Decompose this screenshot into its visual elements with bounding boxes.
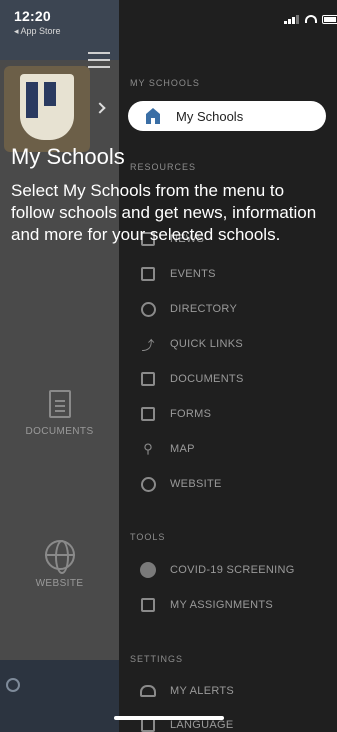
tile-label: WEBSITE xyxy=(35,578,84,589)
menu-item-forms[interactable]: FORMS xyxy=(140,403,211,425)
home-indicator[interactable] xyxy=(114,716,224,720)
menu-item-label: QUICK LINKS xyxy=(170,338,243,350)
menu-item-label: EVENTS xyxy=(170,268,216,280)
school-icon xyxy=(144,108,162,124)
globe-icon xyxy=(44,540,75,574)
menu-item-label: MY ALERTS xyxy=(170,685,235,697)
menu-item-label: FORMS xyxy=(170,408,212,420)
back-to-app-store[interactable]: ◂ App Store xyxy=(14,26,61,37)
menu-item-website[interactable]: WEBSITE xyxy=(140,473,222,495)
signal-icon xyxy=(284,14,300,24)
tutorial-description: Select My Schools from the menu to follo… xyxy=(11,181,317,244)
tutorial-title: My Schools xyxy=(11,144,125,169)
document-icon xyxy=(140,371,156,387)
menu-item-label: WEBSITE xyxy=(170,478,222,490)
status-icons xyxy=(284,14,337,24)
menu-item-label: DIRECTORY xyxy=(170,303,238,315)
wifi-icon xyxy=(305,15,317,23)
form-icon xyxy=(140,406,156,422)
document-icon xyxy=(48,390,71,418)
menu-item-my-assignments[interactable]: MY ASSIGNMENTS xyxy=(140,594,273,616)
menu-item-label: MY ASSIGNMENTS xyxy=(170,599,274,611)
section-header-my-schools: MY SCHOOLS xyxy=(130,78,200,88)
bottom-bar xyxy=(0,660,119,732)
school-logo xyxy=(4,66,90,152)
calendar-icon xyxy=(140,266,156,282)
background-app-screen: DOCUMENTS WEBSITE xyxy=(0,0,119,732)
menu-item-quick-links[interactable]: ⤴ QUICK LINKS xyxy=(140,333,243,355)
menu-item-label: My Schools xyxy=(176,108,244,124)
menu-item-events[interactable]: EVENTS xyxy=(140,263,216,285)
screening-icon xyxy=(140,562,156,578)
menu-item-label: COVID-19 SCREENING xyxy=(170,564,295,576)
link-icon: ⤴ xyxy=(141,337,155,353)
directory-icon xyxy=(140,301,156,317)
menu-item-documents[interactable]: DOCUMENTS xyxy=(140,368,244,390)
tile-website[interactable]: WEBSITE xyxy=(0,540,119,589)
section-header-settings: SETTINGS xyxy=(130,654,184,664)
tile-label: DOCUMENTS xyxy=(25,426,94,437)
menu-item-my-schools[interactable]: My Schools xyxy=(128,101,326,131)
menu-item-label: DOCUMENTS xyxy=(170,373,244,385)
menu-item-label: MAP xyxy=(170,443,195,455)
menu-item-directory[interactable]: DIRECTORY xyxy=(140,298,237,320)
tile-documents[interactable]: DOCUMENTS xyxy=(0,390,119,437)
assignments-icon xyxy=(140,597,156,613)
map-pin-icon: ⚲ xyxy=(143,441,153,456)
menu-item-my-alerts[interactable]: MY ALERTS xyxy=(140,680,234,702)
section-header-resources: RESOURCES xyxy=(130,162,197,172)
section-header-tools: TOOLS xyxy=(130,532,166,542)
bell-icon xyxy=(140,683,156,699)
globe-icon[interactable] xyxy=(6,678,20,692)
globe-icon xyxy=(140,476,156,492)
menu-item-covid-screening[interactable]: COVID-19 SCREENING xyxy=(140,559,295,581)
menu-item-label: LANGUAGE xyxy=(170,719,234,731)
battery-icon xyxy=(322,14,337,24)
chevron-right-icon[interactable] xyxy=(94,102,106,114)
menu-item-map[interactable]: ⚲ MAP xyxy=(140,438,195,460)
status-time: 12:20 xyxy=(14,8,51,24)
hamburger-menu-icon[interactable] xyxy=(88,52,110,68)
shield-icon xyxy=(20,74,74,140)
